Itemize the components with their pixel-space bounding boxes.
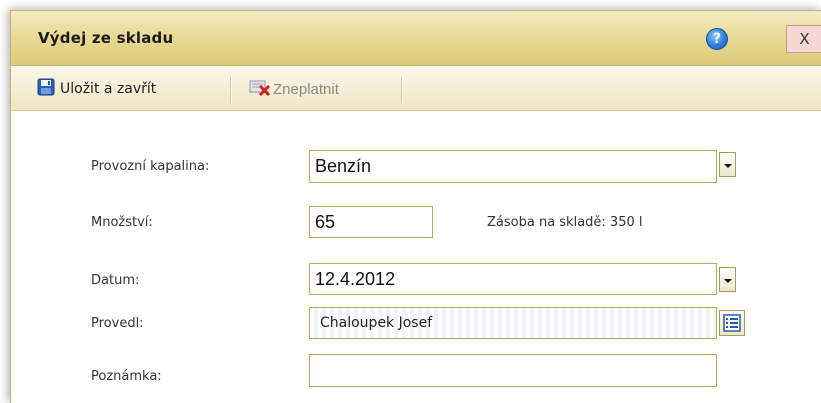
- date-dropdown-button[interactable]: [719, 267, 736, 292]
- quantity-value: 65: [315, 211, 336, 232]
- date-select[interactable]: 12.4.2012: [309, 263, 717, 295]
- list-picker-icon: [720, 314, 744, 339]
- invalidate-label: Zneplatnit: [273, 80, 339, 98]
- note-input[interactable]: [309, 354, 717, 387]
- save-and-close-button[interactable]: Uložit a zavřít: [37, 75, 156, 103]
- fluid-dropdown-button[interactable]: [719, 152, 736, 177]
- floppy-disk-icon: [37, 78, 55, 100]
- date-value: 12.4.2012: [315, 268, 396, 289]
- quantity-label: Množství:: [91, 215, 153, 230]
- toolbar-separator: [401, 77, 402, 103]
- invalidate-button[interactable]: Zneplatnit: [249, 75, 339, 103]
- fluid-value: Benzín: [315, 156, 372, 176]
- save-and-close-label: Uložit a zavřít: [60, 81, 157, 97]
- close-button[interactable]: X: [786, 25, 821, 53]
- performed-by-value: Chaloupek Josef: [320, 315, 433, 331]
- title-bar: Výdej ze skladu ? X: [11, 11, 821, 66]
- delete-red-x-icon: [249, 78, 271, 100]
- fluid-select[interactable]: Benzín: [309, 150, 717, 183]
- date-label: Datum:: [91, 273, 140, 288]
- fluid-label: Provozní kapalina:: [91, 159, 210, 174]
- stock-info: Zásoba na skladě: 350 l: [487, 215, 643, 230]
- list-picker-button[interactable]: [719, 310, 745, 336]
- note-label: Poznámka:: [91, 369, 162, 384]
- help-icon[interactable]: ?: [706, 28, 728, 50]
- quantity-input[interactable]: 65: [309, 206, 433, 238]
- dialog-window: Výdej ze skladu ? X Uložit a zavřít Znep…: [10, 10, 821, 403]
- performed-by-label: Provedl:: [91, 316, 144, 331]
- dialog-title: Výdej ze skladu: [38, 29, 174, 47]
- toolbar-separator: [230, 77, 231, 103]
- toolbar: Uložit a zavřít Zneplatnit: [11, 67, 821, 111]
- performed-by-field[interactable]: Chaloupek Josef: [309, 307, 717, 339]
